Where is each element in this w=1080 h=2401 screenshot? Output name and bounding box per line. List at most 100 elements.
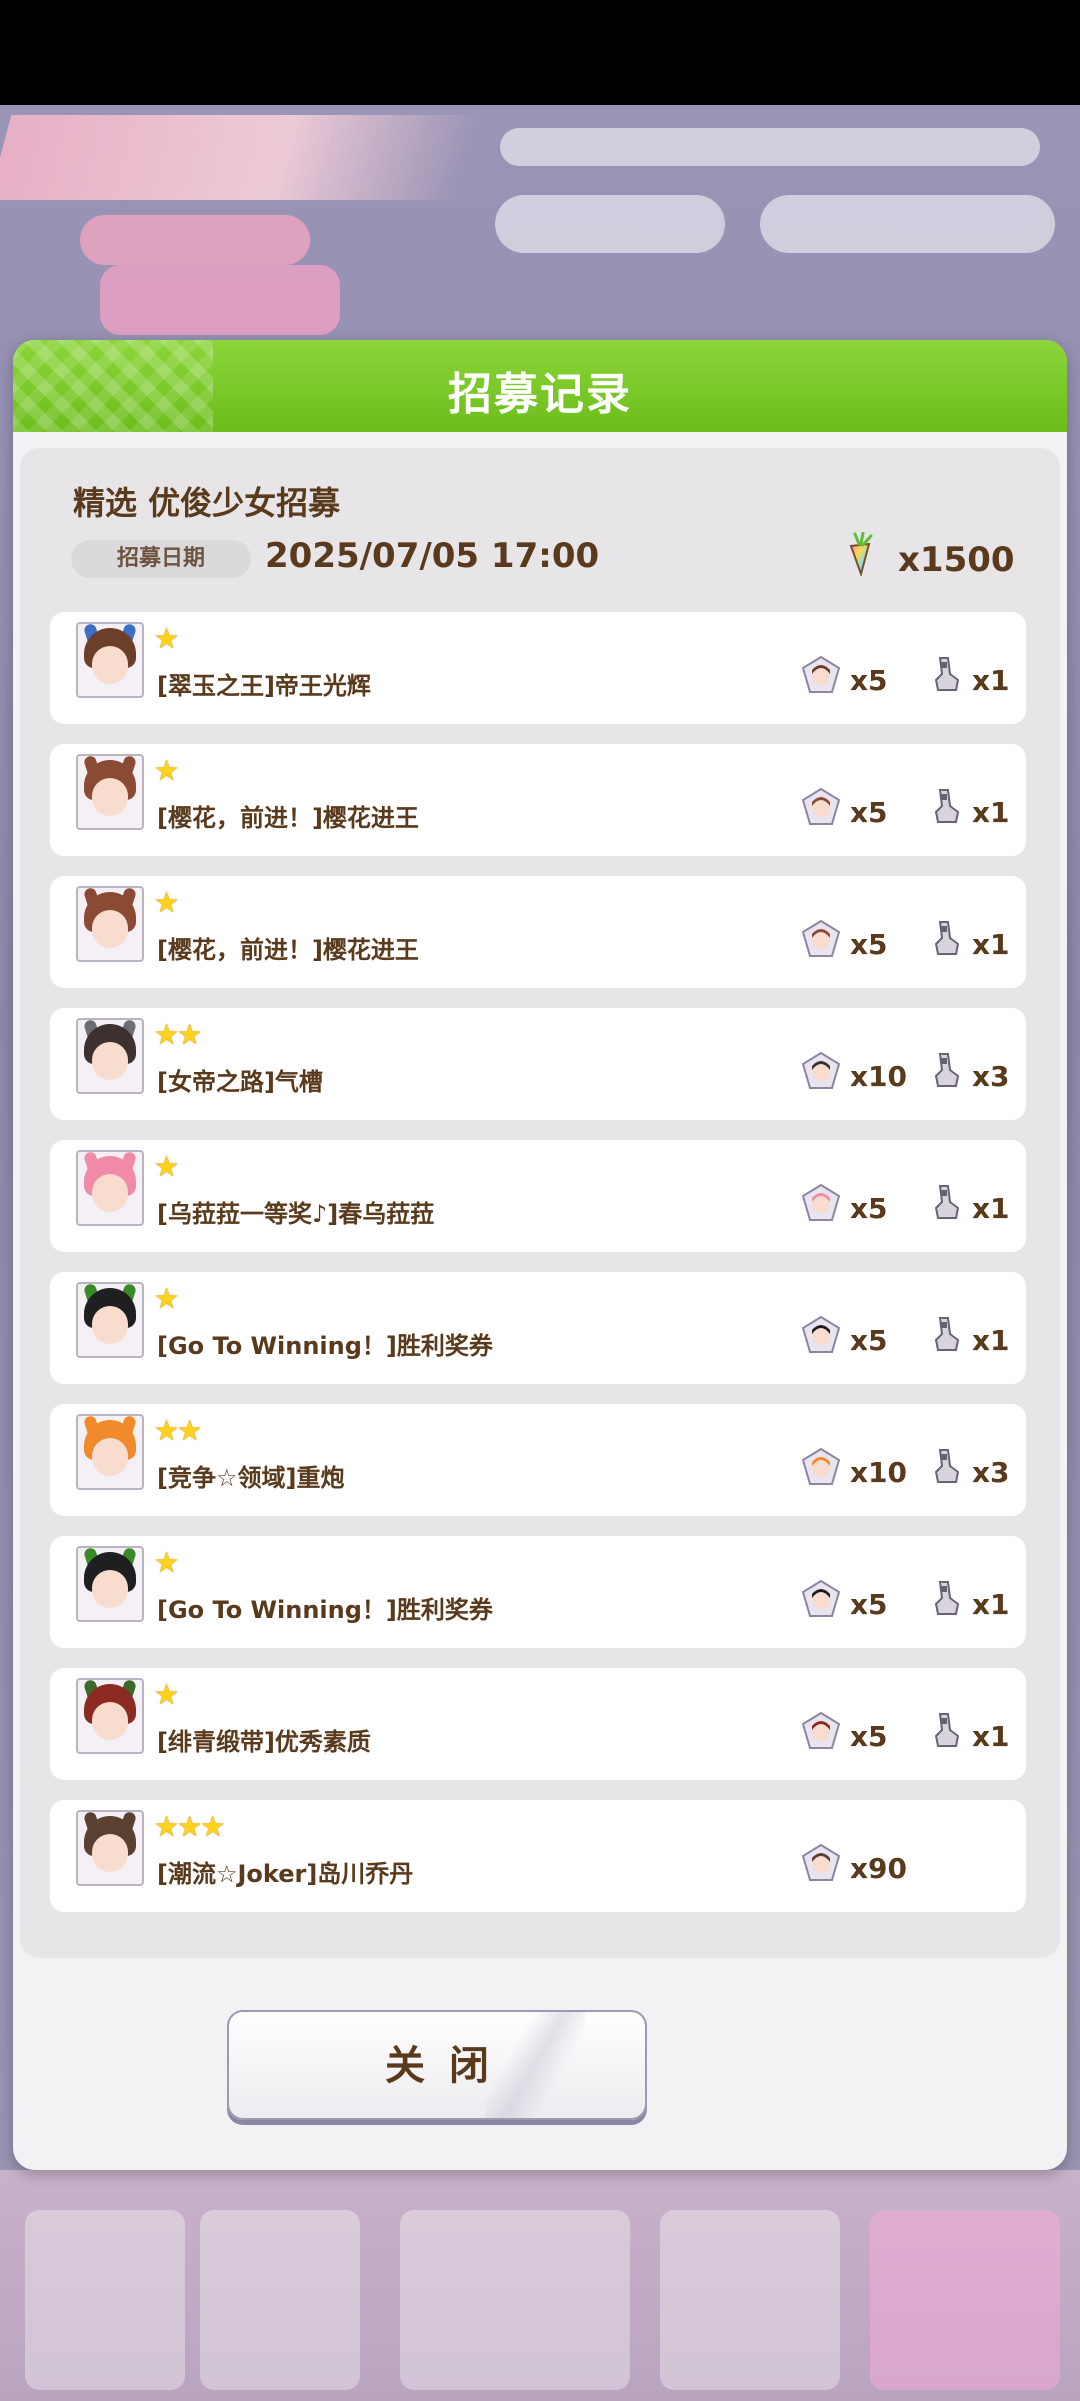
character-piece-icon [802, 1448, 840, 1485]
banner-name: 精选 优俊少女招募 [73, 484, 341, 522]
card-name: [樱花，前进！]樱花进王 [157, 804, 419, 832]
card-name: [竞争☆领域]重炮 [157, 1464, 345, 1492]
horseshoe-item-icon [934, 1185, 960, 1219]
character-portrait [76, 1150, 144, 1226]
piece-quantity: x5 [850, 928, 888, 961]
horseshoe-item-icon [934, 1581, 960, 1615]
star-icon: ★ [154, 1678, 180, 1711]
star-icon: ★ [177, 1018, 203, 1051]
date-label: 招募日期 [71, 540, 251, 578]
character-portrait [76, 1282, 144, 1358]
card-name: [乌菈菈一等奖♪]春乌菈菈 [157, 1200, 435, 1228]
card-name: [樱花，前进！]樱花进王 [157, 936, 419, 964]
character-portrait [76, 1414, 144, 1490]
face [92, 1174, 128, 1212]
rarity-stars: ★ [154, 1150, 180, 1183]
record-row: ★★★ [潮流☆Joker]岛川乔丹 x90 [50, 1800, 1026, 1912]
button-shine [485, 2012, 585, 2118]
star-icon: ★ [154, 754, 180, 787]
horseshoe-item-icon [934, 1317, 960, 1351]
horseshoe-item-icon [934, 657, 960, 691]
background-banner-logo [100, 265, 340, 335]
item-quantity: x1 [972, 664, 1010, 697]
face [92, 1438, 128, 1476]
rarity-stars: ★★ [154, 1414, 202, 1447]
rarity-stars: ★ [154, 754, 180, 787]
piece-quantity: x5 [850, 1324, 888, 1357]
dialog-title: 招募记录 [448, 369, 632, 420]
dialog-header: 招募记录 [13, 340, 1067, 432]
piece-quantity: x90 [850, 1852, 908, 1885]
record-row: ★★ [竞争☆领域]重炮 x10 x3 [50, 1404, 1026, 1516]
rarity-stars: ★ [154, 622, 180, 655]
rarity-stars: ★ [154, 886, 180, 919]
background-button-left [495, 195, 725, 253]
piece-quantity: x5 [850, 664, 888, 697]
record-row: ★ [樱花，前进！]樱花进王 x5 x1 [50, 876, 1026, 988]
background-nav-tile [660, 2210, 840, 2390]
star-icon: ★ [154, 622, 180, 655]
item-quantity: x3 [972, 1456, 1010, 1489]
piece-quantity: x5 [850, 1720, 888, 1753]
face [92, 778, 128, 816]
character-piece-icon [802, 1844, 840, 1881]
character-portrait [76, 1546, 144, 1622]
record-row: ★ [翠玉之王]帝王光辉 x5 x1 [50, 612, 1026, 724]
face [92, 1834, 128, 1872]
record-row: ★ [Go To Winning！]胜利奖券 x5 x1 [50, 1536, 1026, 1648]
star-icon: ★ [177, 1810, 203, 1843]
face [92, 1570, 128, 1608]
status-bar [0, 0, 1080, 105]
card-name: [绯青缎带]优秀素质 [157, 1728, 371, 1756]
character-piece-icon [802, 656, 840, 693]
piece-quantity: x10 [850, 1060, 908, 1093]
record-row: ★ [樱花，前进！]樱花进王 x5 x1 [50, 744, 1026, 856]
record-row: ★ [Go To Winning！]胜利奖券 x5 x1 [50, 1272, 1026, 1384]
record-row: ★★ [女帝之路]气槽 x10 x3 [50, 1008, 1026, 1120]
rarity-stars: ★ [154, 1678, 180, 1711]
character-piece-icon [802, 1184, 840, 1221]
card-name: [女帝之路]气槽 [157, 1068, 323, 1096]
rarity-stars: ★★★ [154, 1810, 225, 1843]
record-row: ★ [乌菈菈一等奖♪]春乌菈菈 x5 x1 [50, 1140, 1026, 1252]
item-quantity: x1 [972, 1720, 1010, 1753]
horseshoe-item-icon [934, 921, 960, 955]
record-row: ★ [绯青缎带]优秀素质 x5 x1 [50, 1668, 1026, 1780]
star-icon: ★ [154, 1546, 180, 1579]
date-value: 2025/07/05 17:00 [265, 536, 600, 576]
horseshoe-item-icon [934, 789, 960, 823]
item-quantity: x1 [972, 1192, 1010, 1225]
horseshoe-item-icon [934, 1713, 960, 1747]
close-button[interactable]: 关闭 [227, 2010, 647, 2120]
card-name: [Go To Winning！]胜利奖券 [157, 1596, 493, 1624]
star-icon: ★ [154, 1150, 180, 1183]
item-quantity: x1 [972, 796, 1010, 829]
character-piece-icon [802, 1580, 840, 1617]
piece-quantity: x5 [850, 1588, 888, 1621]
character-portrait [76, 622, 144, 698]
rarity-stars: ★ [154, 1546, 180, 1579]
horseshoe-item-icon [934, 1449, 960, 1483]
card-name: [Go To Winning！]胜利奖券 [157, 1332, 493, 1360]
piece-quantity: x5 [850, 796, 888, 829]
cost-value: x1500 [898, 540, 1015, 580]
face [92, 1306, 128, 1344]
character-portrait [76, 1678, 144, 1754]
horseshoe-item-icon [934, 1053, 960, 1087]
character-piece-icon [802, 1316, 840, 1353]
recruit-history-dialog: 招募记录 精选 优俊少女招募 招募日期 2025/07/05 17:00 x15… [13, 340, 1067, 2170]
character-portrait [76, 1018, 144, 1094]
star-icon: ★ [154, 886, 180, 919]
rarity-stars: ★ [154, 1282, 180, 1315]
rarity-stars: ★★ [154, 1018, 203, 1051]
star-icon: ★ [154, 1282, 180, 1315]
piece-quantity: x10 [850, 1456, 908, 1489]
character-portrait [76, 886, 144, 962]
star-icon: ★ [154, 1414, 180, 1447]
face [92, 1702, 128, 1740]
character-piece-icon [802, 1712, 840, 1749]
item-quantity: x1 [972, 928, 1010, 961]
background-header-banner [0, 115, 482, 200]
background-button-right [760, 195, 1055, 253]
character-piece-icon [802, 1052, 840, 1089]
